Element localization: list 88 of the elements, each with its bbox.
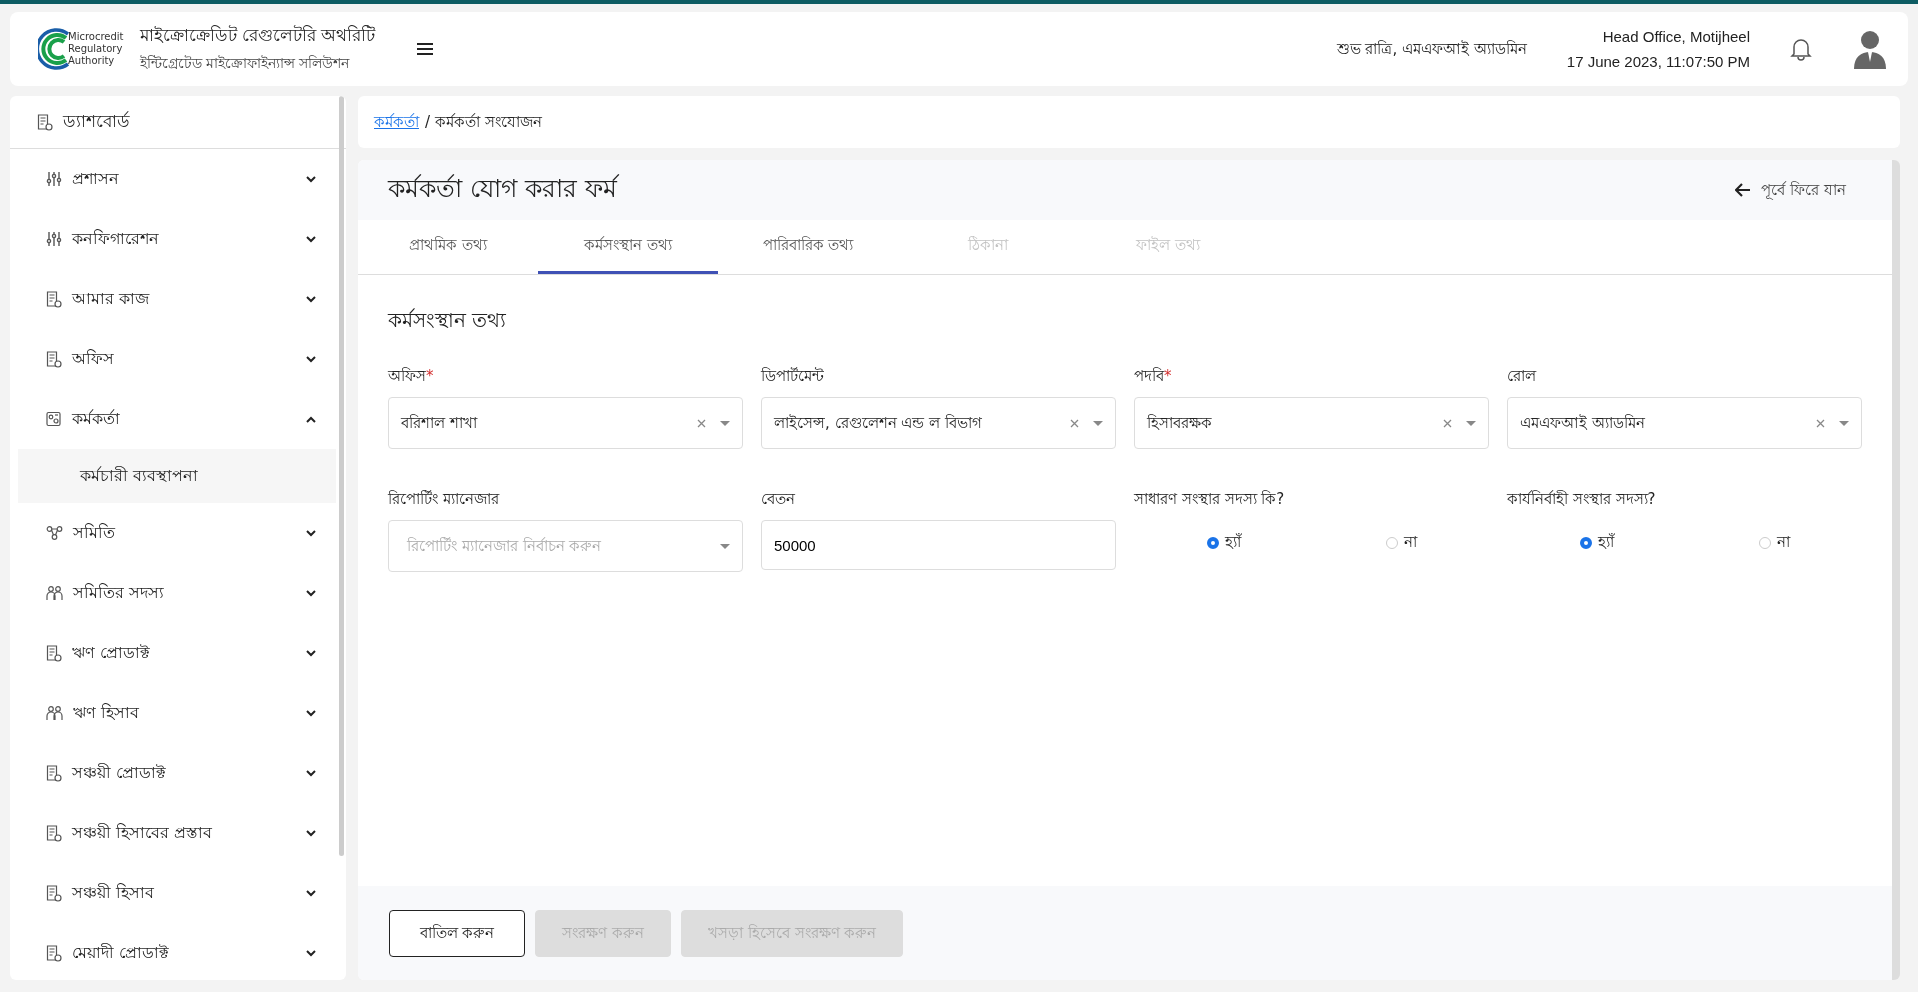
user-avatar[interactable] [1852,29,1888,69]
document-icon [46,764,62,782]
form-title: কর্মকর্তা যোগ করার ফর্ম [388,172,617,205]
sidebar-item[interactable]: ঋণ হিসাব [10,683,346,743]
section-title: কর্মসংস্থান তথ্য [388,307,508,334]
breadcrumb-current: / কর্মকর্তা সংযোজন [425,111,542,133]
sidebar-item[interactable]: ঋণ প্রোডাক্ট [10,623,346,683]
field-label: কার্যনির্বাহী সংস্থার সদস্য? [1507,489,1657,510]
office-name: Head Office, Motijheel [1602,28,1750,45]
field-label: রোল [1507,366,1538,387]
chevron-down-icon [306,295,316,303]
select-field[interactable]: এমএফআই অ্যাডমিন [1507,397,1862,449]
dropdown-caret-icon[interactable] [720,543,730,549]
form-button[interactable]: বাতিল করুন [389,909,525,957]
sidebar-item[interactable]: অফিস [10,329,346,389]
sidebar-subitem[interactable]: কর্মচারী ব্যবস্থাপনা [18,449,336,503]
breadcrumb-link[interactable]: কর্মকর্তা [374,109,419,135]
sliders-icon [46,171,62,187]
app-subtitle: ইন্টিগ্রেটেড মাইক্রোফাইন্যান্স সলিউশন [139,54,351,73]
select-field[interactable]: বরিশাল শাখা [388,397,743,449]
logo-text: Regulatory [68,43,124,55]
clear-icon[interactable] [697,418,706,428]
chevron-down-icon [306,175,316,183]
sidebar-item[interactable]: আমার কাজ [10,269,346,329]
document-icon [37,113,53,131]
field-label: রিপোর্টিং ম্যানেজার [388,489,501,510]
notification-bell-icon[interactable] [1790,37,1812,61]
radio-option[interactable]: না [1385,530,1417,555]
field-label: সাধারণ সংস্থার সদস্য কি? [1134,489,1286,510]
radio-option[interactable]: না [1758,530,1790,555]
form-tab[interactable]: পারিবারিক তথ্য [718,220,898,274]
document-icon [46,824,62,842]
chevron-down-icon [306,949,316,957]
select-field[interactable]: হিসাবরক্ষক [1134,397,1489,449]
sidebar-item[interactable]: কনফিগারেশন [10,209,346,269]
document-icon [46,290,62,308]
field-label: অফিস* [388,366,435,387]
chevron-down-icon [306,649,316,657]
radio-option[interactable]: হ্যাঁ [1206,530,1241,555]
field-label: বেতন [761,489,796,510]
sidebar-item[interactable]: সঞ্চয়ী হিসাবের প্রস্তাব [10,803,346,863]
document-icon [46,644,62,662]
radio-option[interactable]: হ্যাঁ [1579,530,1614,555]
sidebar-item[interactable]: প্রশাসন [10,149,346,209]
sidebar-item[interactable]: সঞ্চয়ী প্রোডাক্ট [10,743,346,803]
chevron-down-icon [306,355,316,363]
date-time: 17 June 2023, 11:07:50 PM [1566,53,1750,70]
scrollbar[interactable] [339,96,344,856]
app-title: মাইক্রোক্রেডিট রেগুলেটরি অথরিটি [139,24,376,47]
chevron-up-icon [306,415,316,423]
back-button[interactable]: পূর্বে ফিরে যান [1729,176,1852,204]
clear-icon[interactable] [1070,418,1079,428]
form-tab[interactable]: প্রাথমিক তথ্য [358,220,538,274]
people-icon [46,585,63,601]
people-icon [46,705,63,721]
sidebar-item[interactable]: সঞ্চয়ী হিসাব [10,863,346,923]
dropdown-caret-icon[interactable] [1466,420,1476,426]
sidebar-item[interactable]: মেয়াদী প্রোডাক্ট [10,923,346,980]
chevron-down-icon [306,529,316,537]
dropdown-caret-icon[interactable] [1839,420,1849,426]
chevron-down-icon [306,235,316,243]
chevron-down-icon [306,769,316,777]
field-label: ডিপার্টমেন্ট [761,366,825,387]
chevron-down-icon [306,709,316,717]
field-label: পদবি* [1134,366,1173,387]
document-icon [46,944,62,962]
logo-text: Authority [68,55,116,67]
dropdown-caret-icon[interactable] [1093,420,1103,426]
chevron-down-icon [306,829,316,837]
dropdown-caret-icon[interactable] [720,420,730,426]
sliders-icon [46,231,62,247]
sidebar-item[interactable]: কর্মকর্তা [10,389,346,449]
document-icon [46,350,62,368]
sidebar-item[interactable]: সমিতি [10,503,346,563]
clear-icon[interactable] [1816,418,1825,428]
form-tab[interactable]: কর্মসংস্থান তথ্য [538,220,718,274]
logo-text: Microcredit [68,31,124,43]
chevron-down-icon [306,589,316,597]
id-card-icon [46,411,62,427]
arrow-left-icon [1735,183,1752,197]
sidebar-item[interactable]: সমিতির সদস্য [10,563,346,623]
clear-icon[interactable] [1443,418,1452,428]
select-field[interactable]: লাইসেন্স, রেগুলেশন এন্ড ল বিভাগ [761,397,1116,449]
salary-input[interactable]: 50000 [761,520,1116,570]
document-icon [46,884,62,902]
chevron-down-icon [306,889,316,897]
network-icon [46,525,63,541]
greeting-text: শুভ রাত্রি, এমএফআই অ্যাডমিন [1336,38,1527,60]
